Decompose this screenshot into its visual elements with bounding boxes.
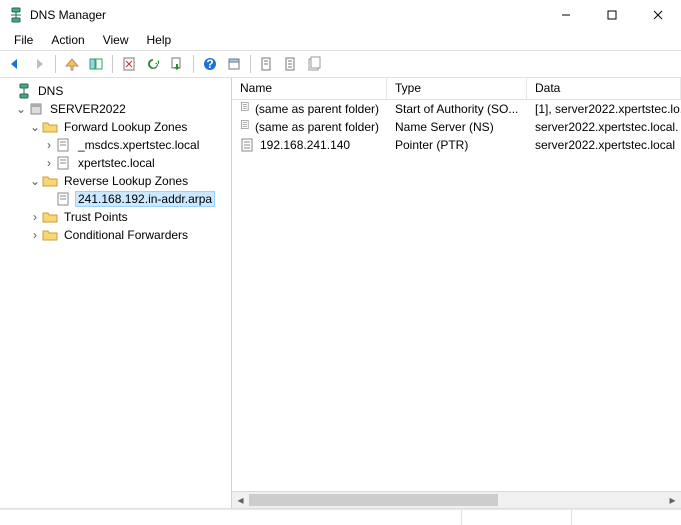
toolbar: ? [0,50,681,78]
status-pane [461,510,571,525]
new-zone-button[interactable] [280,53,302,75]
properties-button[interactable] [223,53,245,75]
delete-button[interactable] [118,53,140,75]
scroll-thumb[interactable] [249,494,498,506]
scroll-right-button[interactable]: ▸ [664,492,681,508]
new-record-button[interactable] [256,53,278,75]
tree-fwd-zone-msdcs[interactable]: › _msdcs.xpertstec.local [0,136,231,154]
horizontal-scrollbar[interactable]: ◂ ▸ [232,491,681,508]
menu-action[interactable]: Action [43,31,92,49]
chevron-right-icon[interactable]: › [42,156,56,170]
titlebar: DNS Manager [0,0,681,30]
list-row[interactable]: (same as parent folder) Start of Authori… [232,100,681,118]
status-pane [571,510,681,525]
close-button[interactable] [635,0,681,30]
zone-icon [56,191,72,207]
statusbar [0,509,681,525]
chevron-down-icon[interactable]: ⌄ [14,102,28,116]
tree-reverse-zones[interactable]: ⌄ Reverse Lookup Zones [0,172,231,190]
minimize-button[interactable] [543,0,589,30]
tree-label: 241.168.192.in-addr.arpa [75,191,215,207]
scroll-left-button[interactable]: ◂ [232,492,249,508]
export-button[interactable] [166,53,188,75]
tree-forward-zones[interactable]: ⌄ Forward Lookup Zones [0,118,231,136]
tree-root-dns[interactable]: DNS [0,82,231,100]
cell-data: [1], server2022.xpertstec.lo... [527,102,681,116]
tree-label: Trust Points [61,210,131,224]
list-header: Name Type Data [232,78,681,100]
tree-conditional-forwarders[interactable]: › Conditional Forwarders [0,226,231,244]
cell-name: (same as parent folder) [255,102,379,116]
cell-data: server2022.xpertstec.local [527,138,681,152]
app-icon [8,7,24,23]
refresh-button[interactable] [142,53,164,75]
maximize-button[interactable] [589,0,635,30]
zone-icon [56,155,72,171]
chevron-right-icon[interactable]: › [28,210,42,224]
dns-icon [16,83,32,99]
back-button[interactable] [4,53,26,75]
forward-button[interactable] [28,53,50,75]
filter-button[interactable] [304,53,326,75]
cell-name: (same as parent folder) [255,120,379,134]
tree-label: Forward Lookup Zones [61,120,190,134]
folder-icon [42,227,58,243]
folder-icon [42,119,58,135]
show-hide-tree-button[interactable] [85,53,107,75]
up-button[interactable] [61,53,83,75]
tree-trust-points[interactable]: › Trust Points [0,208,231,226]
tree-label: _msdcs.xpertstec.local [75,138,202,152]
svg-text:?: ? [206,57,213,71]
tree-view[interactable]: DNS ⌄ SERVER2022 ⌄ Forward Lookup Zones … [0,78,232,508]
list-row[interactable]: (same as parent folder) Name Server (NS)… [232,118,681,136]
list-view[interactable]: Name Type Data (same as parent folder) S… [232,78,681,508]
status-pane [0,510,461,525]
tree-fwd-zone-xpertstec[interactable]: › xpertstec.local [0,154,231,172]
chevron-right-icon[interactable]: › [28,228,42,242]
cell-name: 192.168.241.140 [260,138,350,152]
menubar: File Action View Help [0,30,681,50]
menu-file[interactable]: File [6,31,41,49]
menu-help[interactable]: Help [139,31,180,49]
folder-icon [42,209,58,225]
chevron-right-icon[interactable]: › [42,138,56,152]
tree-label: xpertstec.local [75,156,158,170]
column-name[interactable]: Name [232,78,387,99]
zone-icon [56,137,72,153]
cell-type: Pointer (PTR) [387,138,527,152]
cell-data: server2022.xpertstec.local. [527,120,681,134]
help-button[interactable]: ? [199,53,221,75]
menu-view[interactable]: View [95,31,137,49]
window-title: DNS Manager [30,8,543,22]
server-icon [28,101,44,117]
chevron-down-icon[interactable]: ⌄ [28,120,42,134]
tree-label: Reverse Lookup Zones [61,174,191,188]
cell-type: Name Server (NS) [387,120,527,134]
record-icon [240,101,251,117]
chevron-down-icon[interactable]: ⌄ [28,174,42,188]
list-row[interactable]: 192.168.241.140 Pointer (PTR) server2022… [232,136,681,154]
cell-type: Start of Authority (SO... [387,102,527,116]
column-data[interactable]: Data [527,78,681,99]
record-icon [240,119,251,135]
tree-label: Conditional Forwarders [61,228,191,242]
column-type[interactable]: Type [387,78,527,99]
record-icon [240,137,256,153]
tree-label: SERVER2022 [47,102,129,116]
folder-icon [42,173,58,189]
tree-rev-zone-241[interactable]: 241.168.192.in-addr.arpa [0,190,231,208]
tree-label: DNS [35,84,66,98]
tree-server[interactable]: ⌄ SERVER2022 [0,100,231,118]
